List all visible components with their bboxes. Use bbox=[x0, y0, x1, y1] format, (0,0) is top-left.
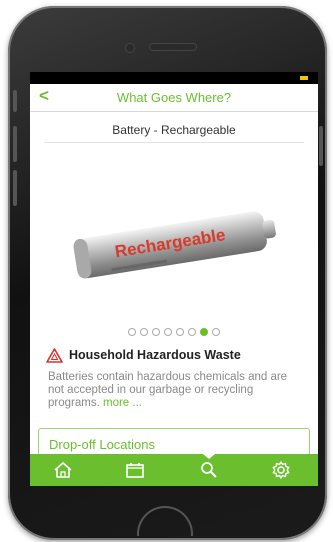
tab-home[interactable] bbox=[50, 458, 76, 482]
pager-dot[interactable] bbox=[140, 328, 148, 336]
item-title: Battery - Rechargeable bbox=[112, 123, 236, 137]
image-pager[interactable] bbox=[30, 328, 318, 336]
description-text: Batteries contain hazardous chemicals an… bbox=[48, 371, 288, 409]
mute-switch bbox=[13, 90, 17, 112]
status-battery-icon bbox=[300, 76, 308, 80]
battery-image: Rechargeable bbox=[73, 211, 276, 279]
pager-dot[interactable] bbox=[152, 328, 160, 336]
pager-dot[interactable] bbox=[176, 328, 184, 336]
nav-header: < What Goes Where? bbox=[30, 84, 318, 112]
pager-dot[interactable] bbox=[188, 328, 196, 336]
warning-icon bbox=[46, 347, 63, 363]
pager-dot[interactable] bbox=[164, 328, 172, 336]
search-icon bbox=[201, 462, 217, 478]
tab-bar bbox=[30, 454, 318, 486]
page-title: What Goes Where? bbox=[116, 90, 232, 105]
front-camera bbox=[126, 44, 134, 52]
tab-calendar[interactable] bbox=[122, 458, 148, 482]
category-label: Household Hazardous Waste bbox=[69, 348, 241, 362]
pager-dot[interactable] bbox=[128, 328, 136, 336]
pager-dot[interactable] bbox=[200, 328, 208, 336]
divider bbox=[44, 142, 304, 143]
category-row: Household Hazardous Waste bbox=[46, 347, 241, 363]
tab-settings[interactable] bbox=[268, 458, 294, 482]
pager-dot[interactable] bbox=[212, 328, 220, 336]
tab-search[interactable] bbox=[196, 458, 222, 482]
more-link[interactable]: more ... bbox=[103, 397, 142, 409]
volume-down-button bbox=[13, 170, 17, 206]
app-screen: < What Goes Where? Battery - Rechargeabl… bbox=[30, 72, 318, 486]
earpiece-speaker bbox=[150, 44, 196, 50]
item-description: Batteries contain hazardous chemicals an… bbox=[48, 371, 304, 410]
gear-icon bbox=[272, 461, 290, 479]
calendar-icon bbox=[126, 463, 144, 478]
home-icon bbox=[54, 462, 72, 478]
status-bar bbox=[30, 72, 318, 84]
power-button bbox=[319, 126, 323, 166]
volume-up-button bbox=[13, 126, 17, 162]
